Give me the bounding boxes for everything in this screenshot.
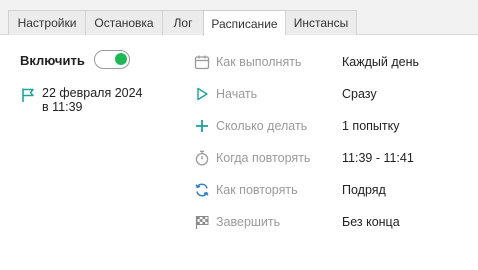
checkered-flag-icon <box>194 214 210 230</box>
tab-log[interactable]: Лог <box>162 10 203 35</box>
start-time: в 11:39 <box>42 100 83 114</box>
row-value: 11:39 - 11:41 <box>342 151 414 165</box>
schedule-row-start[interactable]: Начать Сразу <box>194 84 377 104</box>
row-key: Когда повторять <box>216 151 311 165</box>
row-key: Начать <box>216 87 258 101</box>
schedule-row-end[interactable]: Завершить Без конца <box>194 212 400 232</box>
row-value: Сразу <box>342 87 377 101</box>
row-value: 1 попытку <box>342 119 400 133</box>
row-value: Каждый день <box>342 55 419 69</box>
tab-instances[interactable]: Инстансы <box>285 10 357 35</box>
row-value: Подряд <box>342 183 386 197</box>
play-icon <box>194 86 210 102</box>
tab-schedule[interactable]: Расписание <box>203 10 285 36</box>
row-key: Завершить <box>216 215 281 229</box>
enable-row: Включить <box>20 50 85 70</box>
schedule-row-repeat[interactable]: Как повторять Подряд <box>194 180 386 200</box>
flag-icon <box>20 87 36 103</box>
start-info: 22 февраля 2024 в 11:39 <box>20 86 143 114</box>
tabs: Настройки Остановка Лог Расписание Инста… <box>8 10 357 36</box>
row-key: Как повторять <box>216 183 298 197</box>
schedule-row-count[interactable]: Сколько делать 1 попытку <box>194 116 399 136</box>
enable-toggle[interactable] <box>94 50 130 69</box>
tab-settings[interactable]: Настройки <box>8 10 85 35</box>
repeat-icon <box>194 182 210 198</box>
plus-icon <box>194 118 210 134</box>
stopwatch-icon <box>194 150 210 166</box>
schedule-row-when[interactable]: Когда повторять 11:39 - 11:41 <box>194 148 414 168</box>
schedule-row-how[interactable]: Как выполнять Каждый день <box>194 52 419 72</box>
row-key: Как выполнять <box>216 55 302 69</box>
enable-label: Включить <box>20 52 85 68</box>
row-key: Сколько делать <box>216 119 308 133</box>
toggle-knob <box>115 53 127 65</box>
row-value: Без конца <box>342 215 400 229</box>
tab-stop[interactable]: Остановка <box>85 10 162 35</box>
start-date: 22 февраля 2024 <box>42 86 143 100</box>
tab-bar: Настройки Остановка Лог Расписание Инста… <box>0 0 478 36</box>
calendar-icon <box>194 54 210 70</box>
